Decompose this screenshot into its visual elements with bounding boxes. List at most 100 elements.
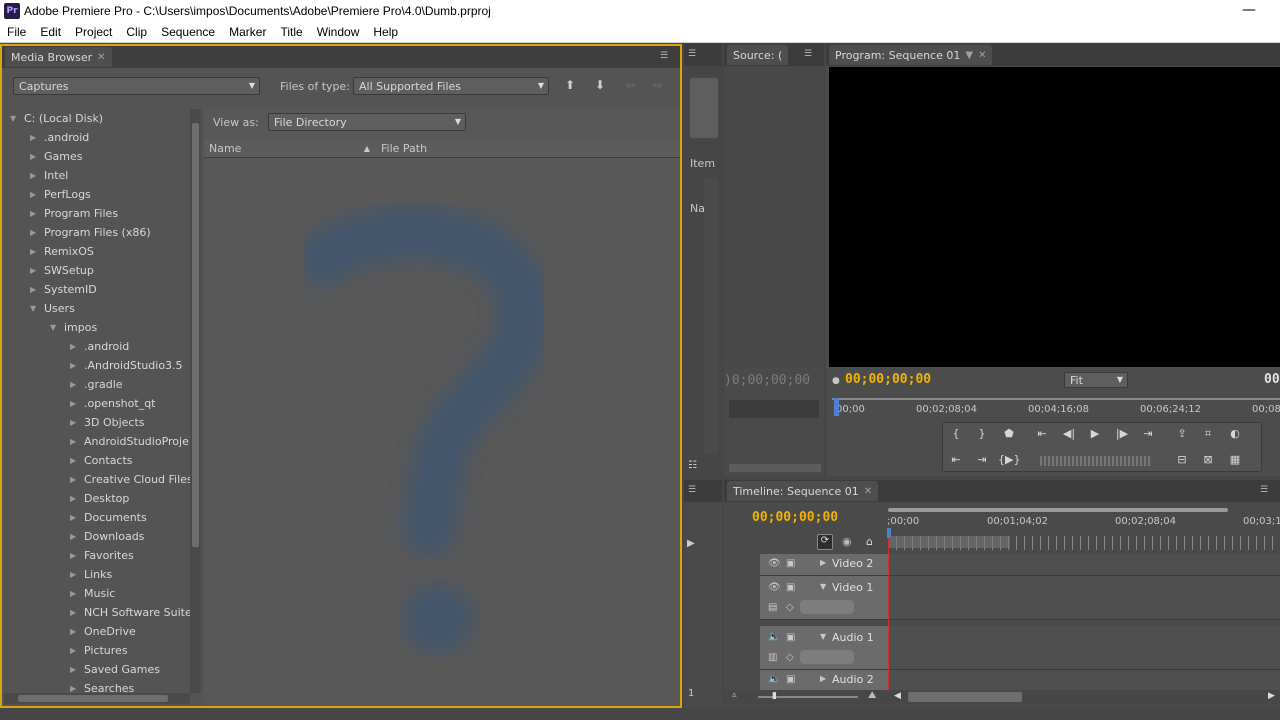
tree-item[interactable]: ▶ Music: [70, 584, 115, 603]
collapse-triangle-icon[interactable]: ▼: [820, 582, 826, 591]
track-lane-audio-1[interactable]: [888, 626, 1280, 670]
horizontal-scrollbar-thumb[interactable]: [908, 692, 1022, 702]
expand-triangle-icon[interactable]: ▶: [30, 285, 44, 294]
tree-item[interactable]: ▶ Searches: [70, 679, 134, 693]
export-frame-icon[interactable]: ▦: [1224, 450, 1246, 470]
forward-arrow-icon[interactable]: ⇨: [648, 78, 668, 96]
menu-project[interactable]: Project: [68, 25, 119, 39]
expand-triangle-icon[interactable]: ▶: [30, 209, 44, 218]
tree-item[interactable]: ▶ SWSetup: [30, 261, 94, 280]
keyframe-icon[interactable]: ◇: [786, 652, 794, 663]
panel-menu-icon[interactable]: ☰: [660, 51, 674, 61]
lock-icon[interactable]: ▣: [786, 558, 795, 569]
expand-triangle-icon[interactable]: ▶: [820, 558, 826, 567]
timeline-zoom-bar[interactable]: [888, 508, 1228, 512]
expand-triangle-icon[interactable]: ▶: [70, 608, 84, 617]
tree-item[interactable]: ▼ Users: [30, 299, 75, 318]
collapse-triangle-icon[interactable]: ▼: [30, 304, 44, 313]
lock-icon[interactable]: ▣: [786, 582, 795, 593]
expand-triangle-icon[interactable]: ▶: [70, 513, 84, 522]
lock-icon[interactable]: ▣: [786, 632, 795, 643]
project-scrollbar[interactable]: [704, 178, 718, 454]
track-header-audio-1[interactable]: 🔈 ▣ ▼ Audio 1 ▥ ◇: [760, 626, 888, 670]
tree-item[interactable]: ▶ NCH Software Suite: [70, 603, 191, 622]
expand-triangle-icon[interactable]: ▶: [70, 399, 84, 408]
lock-icon[interactable]: ▣: [786, 674, 795, 685]
tree-item[interactable]: ▶ Program Files: [30, 204, 118, 223]
files-of-type-dropdown[interactable]: All Supported Files ▼: [353, 77, 549, 95]
up-arrow-icon[interactable]: ⬆: [560, 78, 580, 96]
tree-item[interactable]: ▶ .AndroidStudio3.5: [70, 356, 183, 375]
expand-triangle-icon[interactable]: ▶: [70, 361, 84, 370]
eye-icon[interactable]: 👁: [768, 582, 781, 593]
go-to-in-icon[interactable]: ⇤: [1031, 424, 1053, 444]
tree-horizontal-scrollbar[interactable]: [4, 693, 190, 704]
tree-item[interactable]: ▶ Contacts: [70, 451, 133, 470]
play-icon[interactable]: ▶: [1084, 424, 1106, 444]
tab-program[interactable]: Program: Sequence 01 ▼ ✕: [829, 45, 993, 65]
tree-item[interactable]: ▶ Saved Games: [70, 660, 160, 679]
expand-triangle-icon[interactable]: ▶: [70, 494, 84, 503]
trim-icon[interactable]: ⊠: [1197, 450, 1219, 470]
expand-triangle-icon[interactable]: ▶: [70, 380, 84, 389]
close-icon[interactable]: ✕: [97, 52, 105, 63]
track-lane-video-2[interactable]: [888, 554, 1280, 576]
work-area-bar[interactable]: [888, 536, 1010, 548]
column-header-file-path[interactable]: File Path: [376, 140, 548, 158]
waveform-icon[interactable]: ▥: [768, 652, 777, 663]
tree-item[interactable]: ▶ Pictures: [70, 641, 128, 660]
scrollbar-thumb[interactable]: [192, 123, 199, 547]
list-view-icon[interactable]: ☷: [688, 460, 697, 471]
timeline-playhead[interactable]: [888, 534, 889, 702]
expand-triangle-icon[interactable]: ▶: [70, 627, 84, 636]
tree-item[interactable]: ▶ Program Files (x86): [30, 223, 151, 242]
panel-menu-icon[interactable]: ☰: [1260, 485, 1274, 495]
expand-triangle-icon[interactable]: ▶: [70, 418, 84, 427]
snap-icon[interactable]: ⟳: [817, 534, 833, 550]
minimize-button[interactable]: —: [1242, 2, 1256, 18]
scroll-left-icon[interactable]: ◀: [894, 691, 901, 701]
location-dropdown[interactable]: Captures ▼: [13, 77, 260, 95]
track-header-audio-2[interactable]: 🔈 ▣ ▶ Audio 2: [760, 670, 888, 692]
display-style-icon[interactable]: ▤: [768, 602, 777, 613]
tree-item[interactable]: ▶ .openshot_qt: [70, 394, 156, 413]
tree-item[interactable]: ▶ SystemID: [30, 280, 97, 299]
side-scrollbar[interactable]: [704, 512, 718, 684]
tree-item[interactable]: ▶ PerfLogs: [30, 185, 91, 204]
expand-triangle-icon[interactable]: ▶: [30, 190, 44, 199]
tree-item[interactable]: ▼ C: (Local Disk): [10, 109, 103, 128]
step-forward-icon[interactable]: |▶: [1111, 424, 1133, 444]
tree-item[interactable]: ▶ RemixOS: [30, 242, 94, 261]
tree-item[interactable]: ▶ .android: [30, 128, 89, 147]
safe-margins-icon[interactable]: ⌗: [1197, 424, 1219, 444]
keyframe-nav[interactable]: [800, 650, 854, 664]
panel-menu-icon[interactable]: ☰: [688, 49, 696, 59]
close-icon[interactable]: ✕: [978, 50, 986, 61]
go-to-previous-edit-icon[interactable]: ⇤: [945, 450, 967, 470]
set-marker-icon[interactable]: ◉: [842, 535, 852, 548]
expand-triangle-icon[interactable]: ▶: [820, 674, 826, 683]
speaker-icon[interactable]: 🔈: [768, 674, 780, 685]
back-arrow-icon[interactable]: ⇦: [620, 78, 640, 96]
playhead-handle[interactable]: [887, 528, 891, 538]
track-lane-audio-2[interactable]: [888, 670, 1280, 692]
tree-item[interactable]: ▼ impos: [50, 318, 97, 337]
close-icon[interactable]: ✕: [864, 486, 872, 497]
play-in-to-out-icon[interactable]: {▶}: [998, 450, 1020, 470]
scrollbar-thumb[interactable]: [18, 695, 168, 702]
program-timecode[interactable]: 00;00;00;00: [845, 372, 931, 387]
output-icon[interactable]: ◐: [1224, 424, 1246, 444]
chevron-down-icon[interactable]: ▼: [965, 50, 973, 61]
menu-help[interactable]: Help: [366, 25, 405, 39]
menu-marker[interactable]: Marker: [222, 25, 273, 39]
tree-item[interactable]: ▶ Games: [30, 147, 82, 166]
panel-menu-icon[interactable]: ☰: [804, 49, 818, 59]
tree-item[interactable]: ▶ .android: [70, 337, 129, 356]
expand-triangle-icon[interactable]: ▶: [70, 570, 84, 579]
fit-dropdown[interactable]: Fit ▼: [1064, 372, 1128, 388]
mark-out-icon[interactable]: }: [971, 424, 993, 444]
tab-timeline[interactable]: Timeline: Sequence 01 ✕: [727, 481, 879, 501]
track-lane-video-1[interactable]: [888, 576, 1280, 620]
mark-in-icon[interactable]: {: [945, 424, 967, 444]
expand-triangle-icon[interactable]: ▶: [30, 228, 44, 237]
